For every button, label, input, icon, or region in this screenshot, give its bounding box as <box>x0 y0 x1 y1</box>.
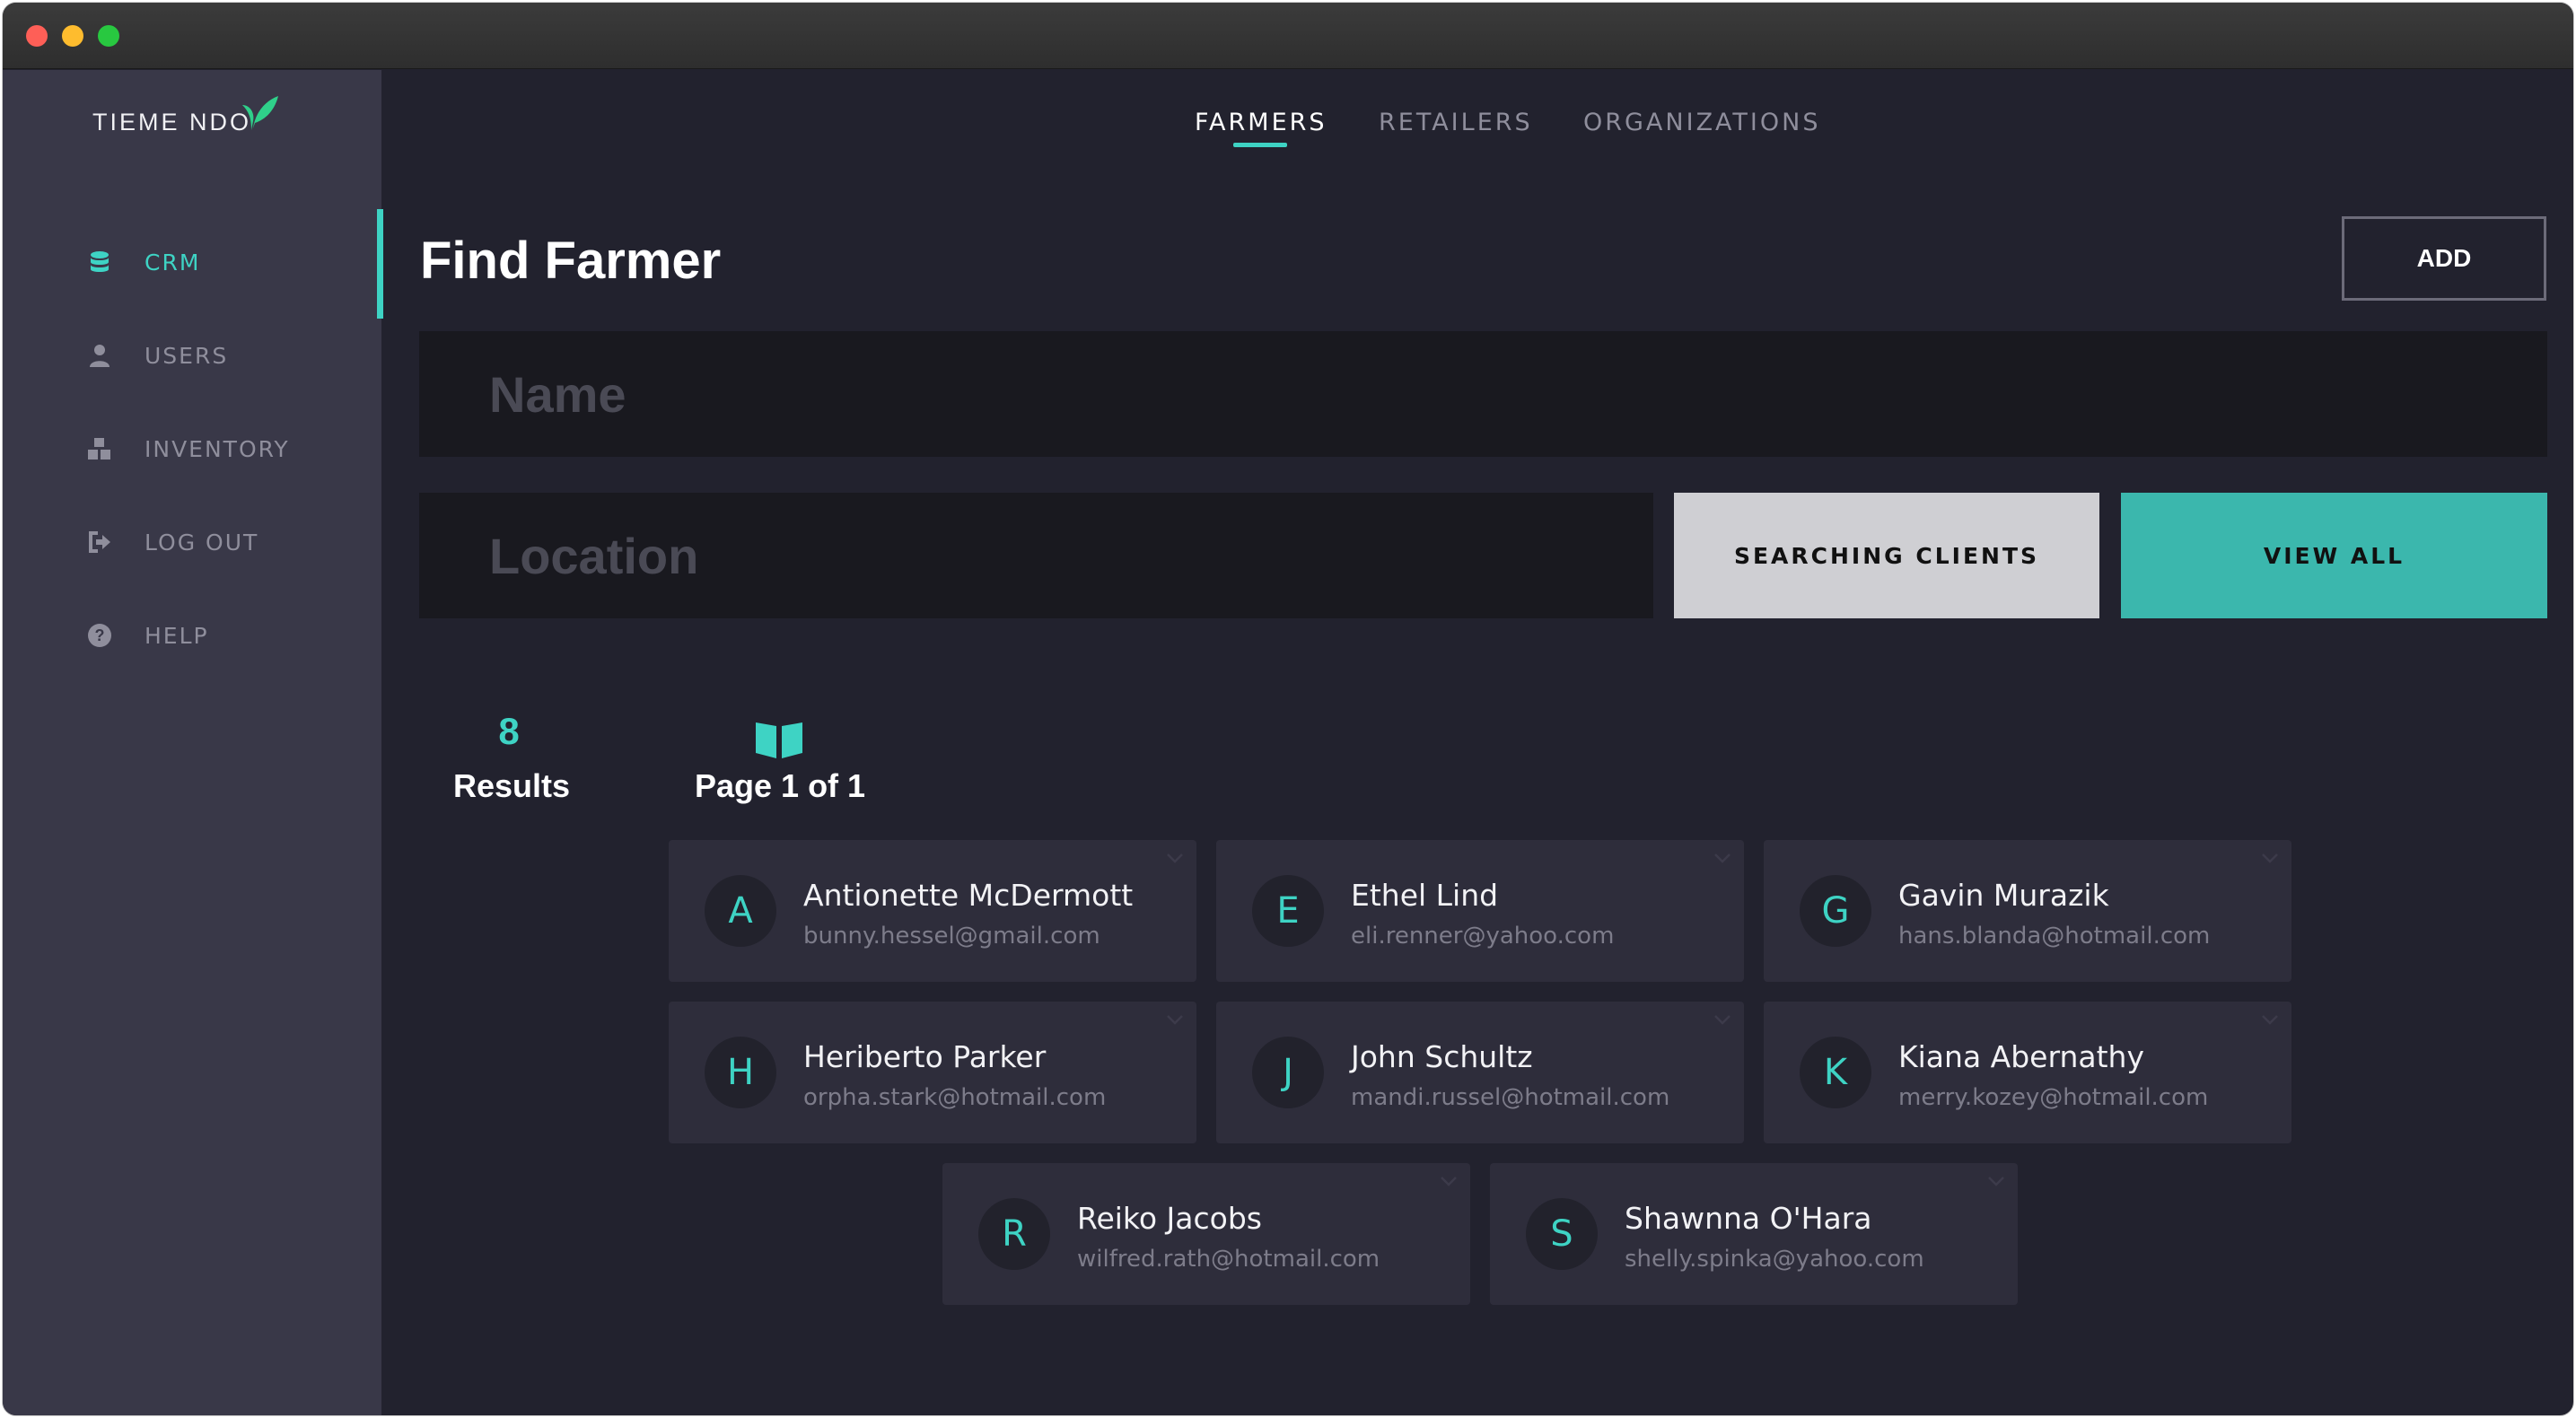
chevron-down-icon[interactable] <box>1987 1176 2005 1186</box>
searching-clients-button[interactable]: SEARCHING CLIENTS <box>1674 493 2099 618</box>
chevron-down-icon[interactable] <box>1166 853 1184 863</box>
title-bar <box>3 3 2573 69</box>
client-name: Kiana Abernathy <box>1898 1039 2144 1074</box>
active-nav-indicator <box>377 209 383 319</box>
result-count: 8 <box>498 710 520 752</box>
client-name: John Schultz <box>1351 1039 1533 1074</box>
avatar: J <box>1252 1037 1324 1108</box>
help-icon: ? <box>88 624 111 647</box>
chevron-down-icon[interactable] <box>1713 1014 1731 1025</box>
database-icon <box>91 251 109 272</box>
minimize-window-button[interactable] <box>62 25 83 47</box>
sidebar-item-logout[interactable]: LOG OUT <box>3 511 381 573</box>
client-card[interactable]: J John Schultz mandi.russel@hotmail.com <box>1216 1002 1744 1143</box>
location-input[interactable] <box>419 493 1653 618</box>
avatar: A <box>705 875 776 947</box>
sidebar-item-users[interactable]: USERS <box>3 324 381 387</box>
client-name: Antionette McDermott <box>803 878 1134 913</box>
sidebar-item-label: USERS <box>145 342 229 369</box>
client-card[interactable]: G Gavin Murazik hans.blanda@hotmail.com <box>1764 840 2291 982</box>
tab-organizations[interactable]: ORGANIZATIONS <box>1583 109 1820 136</box>
client-email: merry.kozey@hotmail.com <box>1898 1084 2209 1111</box>
avatar: S <box>1526 1198 1598 1270</box>
page-indicator: Page 1 of 1 <box>695 767 866 804</box>
client-card[interactable]: K Kiana Abernathy merry.kozey@hotmail.com <box>1764 1002 2291 1143</box>
client-name: Heriberto Parker <box>803 1039 1047 1074</box>
client-email: hans.blanda@hotmail.com <box>1898 923 2211 950</box>
page-title: Find Farmer <box>420 232 722 290</box>
client-card[interactable]: A Antionette McDermott bunny.hessel@gmail.… <box>669 840 1196 982</box>
avatar: H <box>705 1037 776 1108</box>
chevron-down-icon[interactable] <box>2261 1014 2279 1025</box>
tab-retailers[interactable]: RETAILERS <box>1379 109 1533 136</box>
client-card[interactable]: E Ethel Lind eli.renner@yahoo.com <box>1216 840 1744 982</box>
sidebar-item-label: INVENTORY <box>145 435 290 462</box>
view-all-button[interactable]: VIEW ALL <box>2121 493 2547 618</box>
client-name: Shawnna O'Hara <box>1625 1201 1872 1236</box>
client-email: wilfred.rath@hotmail.com <box>1077 1246 1380 1273</box>
client-card[interactable]: H Heriberto Parker orpha.stark@hotmail.com <box>669 1002 1196 1143</box>
maximize-window-button[interactable] <box>98 25 119 47</box>
client-name: Gavin Murazik <box>1898 878 2109 913</box>
client-name: Reiko Jacobs <box>1077 1201 1262 1236</box>
sidebar-item-label: CRM <box>145 249 201 276</box>
avatar: G <box>1800 875 1871 947</box>
logout-icon <box>89 531 110 553</box>
client-email: orpha.stark@hotmail.com <box>803 1084 1107 1111</box>
chevron-down-icon[interactable] <box>1440 1176 1458 1186</box>
sidebar-item-label: LOG OUT <box>145 529 259 556</box>
app-window: TIEME NDO CRM USERS INVENTORY LOG OUT ? … <box>2 2 2574 1416</box>
sidebar-item-help[interactable]: ? HELP <box>3 604 381 667</box>
avatar: K <box>1800 1037 1871 1108</box>
client-name: Ethel Lind <box>1351 878 1499 913</box>
tab-farmers[interactable]: FARMERS <box>1195 109 1327 136</box>
user-icon <box>90 345 110 367</box>
avatar: R <box>978 1198 1050 1270</box>
results-label: Results <box>453 767 571 804</box>
sidebar-item-label: HELP <box>145 622 209 649</box>
active-tab-underline <box>1233 143 1287 147</box>
avatar: E <box>1252 875 1324 947</box>
client-card[interactable]: S Shawnna O'Hara shelly.spinka@yahoo.com <box>1490 1163 2018 1305</box>
close-window-button[interactable] <box>26 25 48 47</box>
book-icon <box>756 722 802 758</box>
client-email: eli.renner@yahoo.com <box>1351 923 1615 950</box>
sidebar-item-inventory[interactable]: INVENTORY <box>3 417 381 480</box>
top-tabs: FARMERS RETAILERS ORGANIZATIONS <box>3 109 2573 153</box>
chevron-down-icon[interactable] <box>2261 853 2279 863</box>
boxes-icon <box>88 438 110 460</box>
client-email: mandi.russel@hotmail.com <box>1351 1084 1670 1111</box>
add-button[interactable]: ADD <box>2342 216 2546 301</box>
chevron-down-icon[interactable] <box>1166 1014 1184 1025</box>
client-email: bunny.hessel@gmail.com <box>803 923 1100 950</box>
client-card[interactable]: R Reiko Jacobs wilfred.rath@hotmail.com <box>942 1163 1470 1305</box>
chevron-down-icon[interactable] <box>1713 853 1731 863</box>
client-email: shelly.spinka@yahoo.com <box>1625 1246 1924 1273</box>
name-input[interactable] <box>419 331 2547 457</box>
sidebar-item-crm[interactable]: CRM <box>3 231 381 293</box>
svg-text:?: ? <box>95 626 105 644</box>
